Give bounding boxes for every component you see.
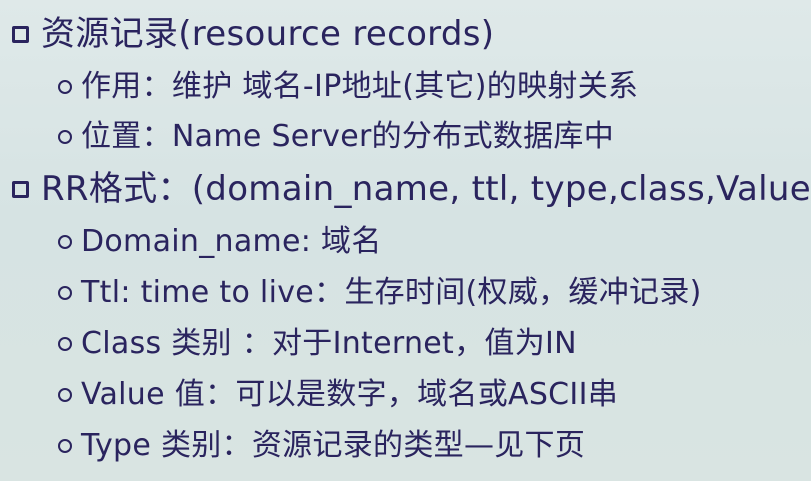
- bullet-rr-format: RR格式：(domain_name, ttl, type,class,Value…: [12, 172, 811, 206]
- circle-bullet-icon: [58, 388, 72, 402]
- sub-bullet-value: Value 值：可以是数字，域名或ASCII串: [58, 380, 618, 410]
- square-bullet-icon: [12, 180, 29, 198]
- circle-bullet-icon: [58, 80, 72, 94]
- circle-bullet-icon: [58, 439, 72, 453]
- bullet-text: Domain_name: 域名: [81, 224, 382, 259]
- slide: 资源记录(resource records) 作用：维护 域名-IP地址(其它)…: [0, 0, 811, 481]
- circle-bullet-icon: [58, 286, 72, 300]
- sub-bullet-ttl: Ttl: time to live：生存时间(权威，缓冲记录): [58, 278, 702, 308]
- sub-bullet-class: Class 类别 ：对于Internet，值为IN: [58, 329, 577, 359]
- bullet-text: Value 值：可以是数字，域名或ASCII串: [81, 377, 619, 412]
- circle-bullet-icon: [58, 130, 72, 144]
- sub-bullet-type: Type 类别：资源记录的类型—见下页: [58, 431, 585, 461]
- sub-bullet-domain-name: Domain_name: 域名: [58, 227, 382, 257]
- bullet-resource-records: 资源记录(resource records): [12, 17, 494, 51]
- circle-bullet-icon: [58, 337, 72, 351]
- bullet-text: 作用：维护 域名-IP地址(其它)的映射关系: [81, 69, 639, 104]
- bullet-text: Class 类别 ：对于Internet，值为IN: [81, 326, 577, 361]
- bullet-text: Ttl: time to live：生存时间(权威，缓冲记录): [81, 275, 702, 310]
- bullet-text: Type 类别：资源记录的类型—见下页: [81, 428, 586, 463]
- bullet-text: RR格式：(domain_name, ttl, type,class,Value…: [41, 169, 811, 209]
- sub-bullet-purpose: 作用：维护 域名-IP地址(其它)的映射关系: [58, 72, 638, 102]
- sub-bullet-location: 位置：Name Server的分布式数据库中: [58, 122, 614, 152]
- bullet-text: 资源记录(resource records): [41, 14, 495, 54]
- circle-bullet-icon: [58, 235, 72, 249]
- bullet-text: 位置：Name Server的分布式数据库中: [81, 119, 615, 154]
- square-bullet-icon: [12, 25, 29, 43]
